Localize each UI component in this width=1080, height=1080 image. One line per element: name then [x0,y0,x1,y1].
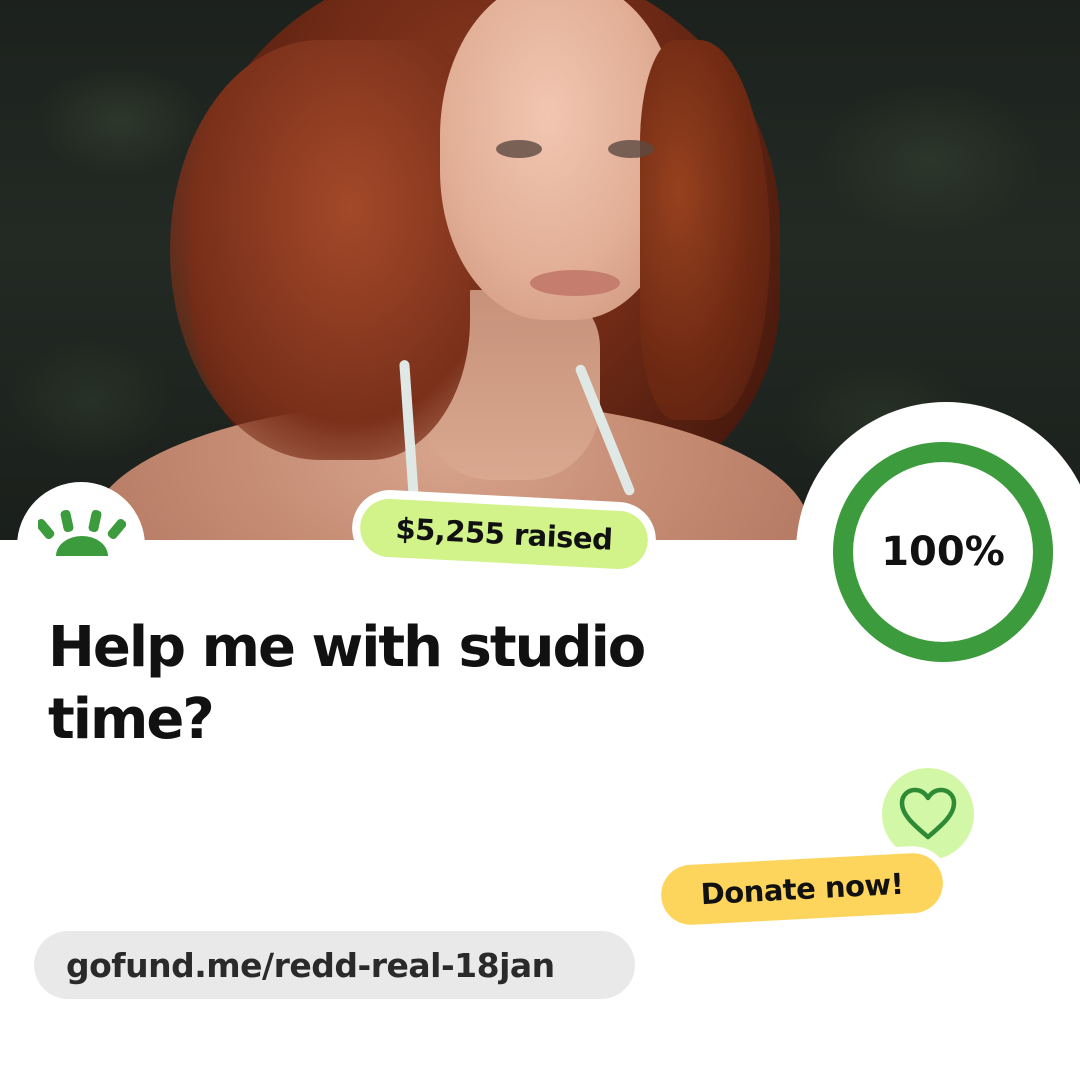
donate-button[interactable]: Donate now! [652,844,952,934]
campaign-title: Help me with studio time? [48,615,646,752]
heart-icon [899,787,957,840]
amount-raised-badge: $5,255 raised [350,488,658,580]
donate-button-label[interactable]: Donate now! [659,851,945,927]
campaign-link[interactable]: gofund.me/redd-real-18jan [34,931,635,999]
amount-raised-text: $5,255 raised [358,497,650,571]
gofundme-logo-icon [38,510,126,556]
fundraiser-card: $5,255 raised 100% Help me with studio t… [0,0,1080,1080]
progress-percent: 100% [881,529,1005,575]
